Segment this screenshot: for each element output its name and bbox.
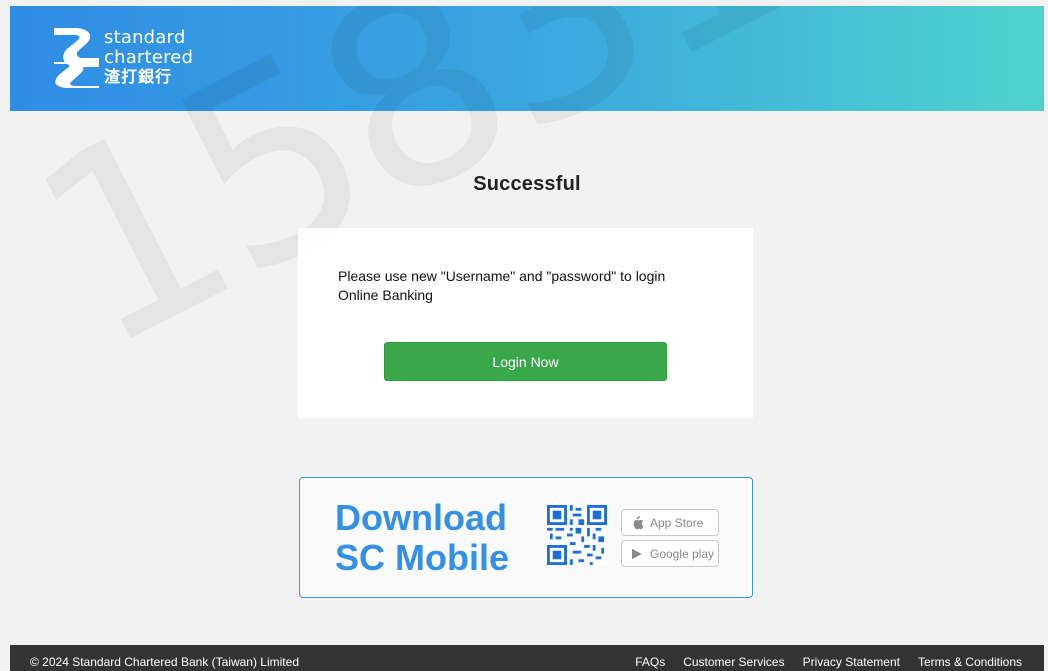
footer-link-customer-services[interactable]: Customer Services [683,655,784,669]
footer-link-terms-conditions[interactable]: Terms & Conditions [918,655,1022,669]
header: standard chartered 渣打銀行 [10,6,1044,111]
brand-logo[interactable]: standard chartered 渣打銀行 [50,24,220,96]
standard-chartered-logo-icon [54,28,99,88]
download-banner[interactable]: Download SC Mobile App Store Google play [299,477,753,598]
page-title: Successful [473,173,581,195]
footer: © 2024 Standard Chartered Bank (Taiwan) … [10,645,1044,671]
apple-icon [630,515,644,530]
success-card: Please use new "Username" and "password"… [298,228,753,418]
page: standard chartered 渣打銀行 1583138 Successf… [10,6,1044,671]
download-title: Download SC Mobile [335,498,509,578]
brand-line-3: 渣打銀行 [104,67,173,86]
login-now-button[interactable]: Login Now [384,342,667,381]
qr-code-icon [547,505,607,565]
copyright-text: © 2024 Standard Chartered Bank (Taiwan) … [30,655,299,669]
google-play-label: Google play [650,546,715,561]
success-message: Please use new "Username" and "password"… [338,268,666,303]
brand-text: standard chartered 渣打銀行 [104,29,193,85]
brand-line-2: chartered [104,47,194,68]
download-title-line-1: Download [335,497,507,538]
download-title-line-2: SC Mobile [335,537,510,578]
google-play-button[interactable]: Google play [621,540,719,567]
footer-links: FAQs Customer Services Privacy Statement… [635,655,1022,669]
brand-line-1: standard [104,27,186,48]
play-store-icon [630,548,644,560]
footer-link-faqs[interactable]: FAQs [635,655,665,669]
app-store-button[interactable]: App Store [621,509,719,536]
app-store-label: App Store [650,515,704,530]
footer-link-privacy-statement[interactable]: Privacy Statement [803,655,900,669]
